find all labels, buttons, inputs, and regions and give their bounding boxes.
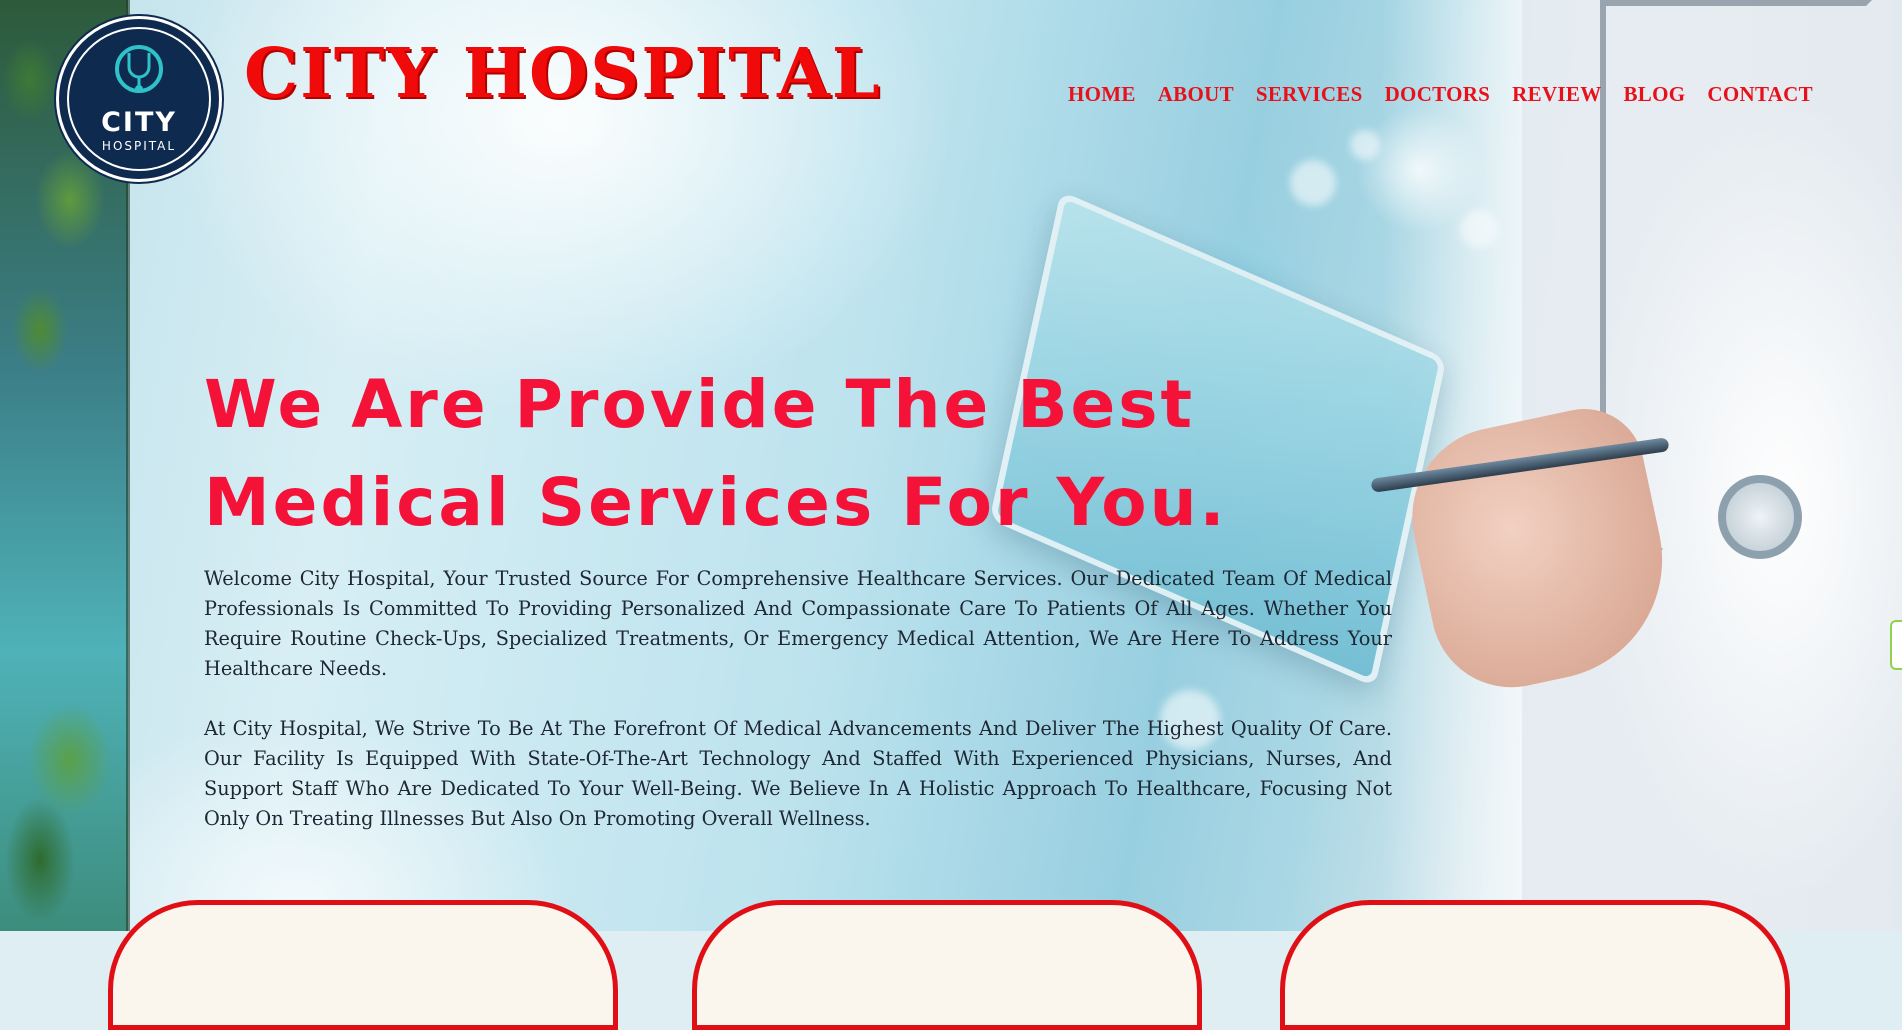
side-widget-tab[interactable]: [1890, 620, 1902, 670]
logo-word-hospital: HOSPITAL: [101, 139, 177, 153]
main-nav: HOME ABOUT SERVICES DOCTORS REVIEW BLOG …: [1068, 82, 1813, 107]
site-title: CITY HOSPITAL: [244, 34, 882, 114]
nav-contact[interactable]: CONTACT: [1707, 82, 1813, 107]
service-card: [108, 900, 618, 1030]
nav-doctors[interactable]: DOCTORS: [1385, 82, 1491, 107]
nav-home[interactable]: HOME: [1068, 82, 1136, 107]
service-card: [1280, 900, 1790, 1030]
logo[interactable]: CITY HOSPITAL: [56, 16, 222, 182]
stethoscope-head: [1718, 475, 1802, 559]
bokeh-light: [1350, 130, 1380, 160]
bokeh-light: [1290, 160, 1336, 206]
logo-word-city: CITY: [101, 107, 177, 138]
hero-paragraph-1: Welcome City Hospital, Your Trusted Sour…: [204, 567, 1392, 680]
stethoscope-icon: [115, 45, 163, 93]
service-card: [692, 900, 1202, 1030]
hero-heading: We Are Provide The Best Medical Services…: [204, 366, 1228, 541]
nav-about[interactable]: ABOUT: [1158, 82, 1234, 107]
nav-services[interactable]: SERVICES: [1256, 82, 1363, 107]
nav-review[interactable]: REVIEW: [1512, 82, 1601, 107]
nav-blog[interactable]: BLOG: [1624, 82, 1686, 107]
hero-paragraph-2: At City Hospital, We Strive To Be At The…: [204, 717, 1392, 830]
